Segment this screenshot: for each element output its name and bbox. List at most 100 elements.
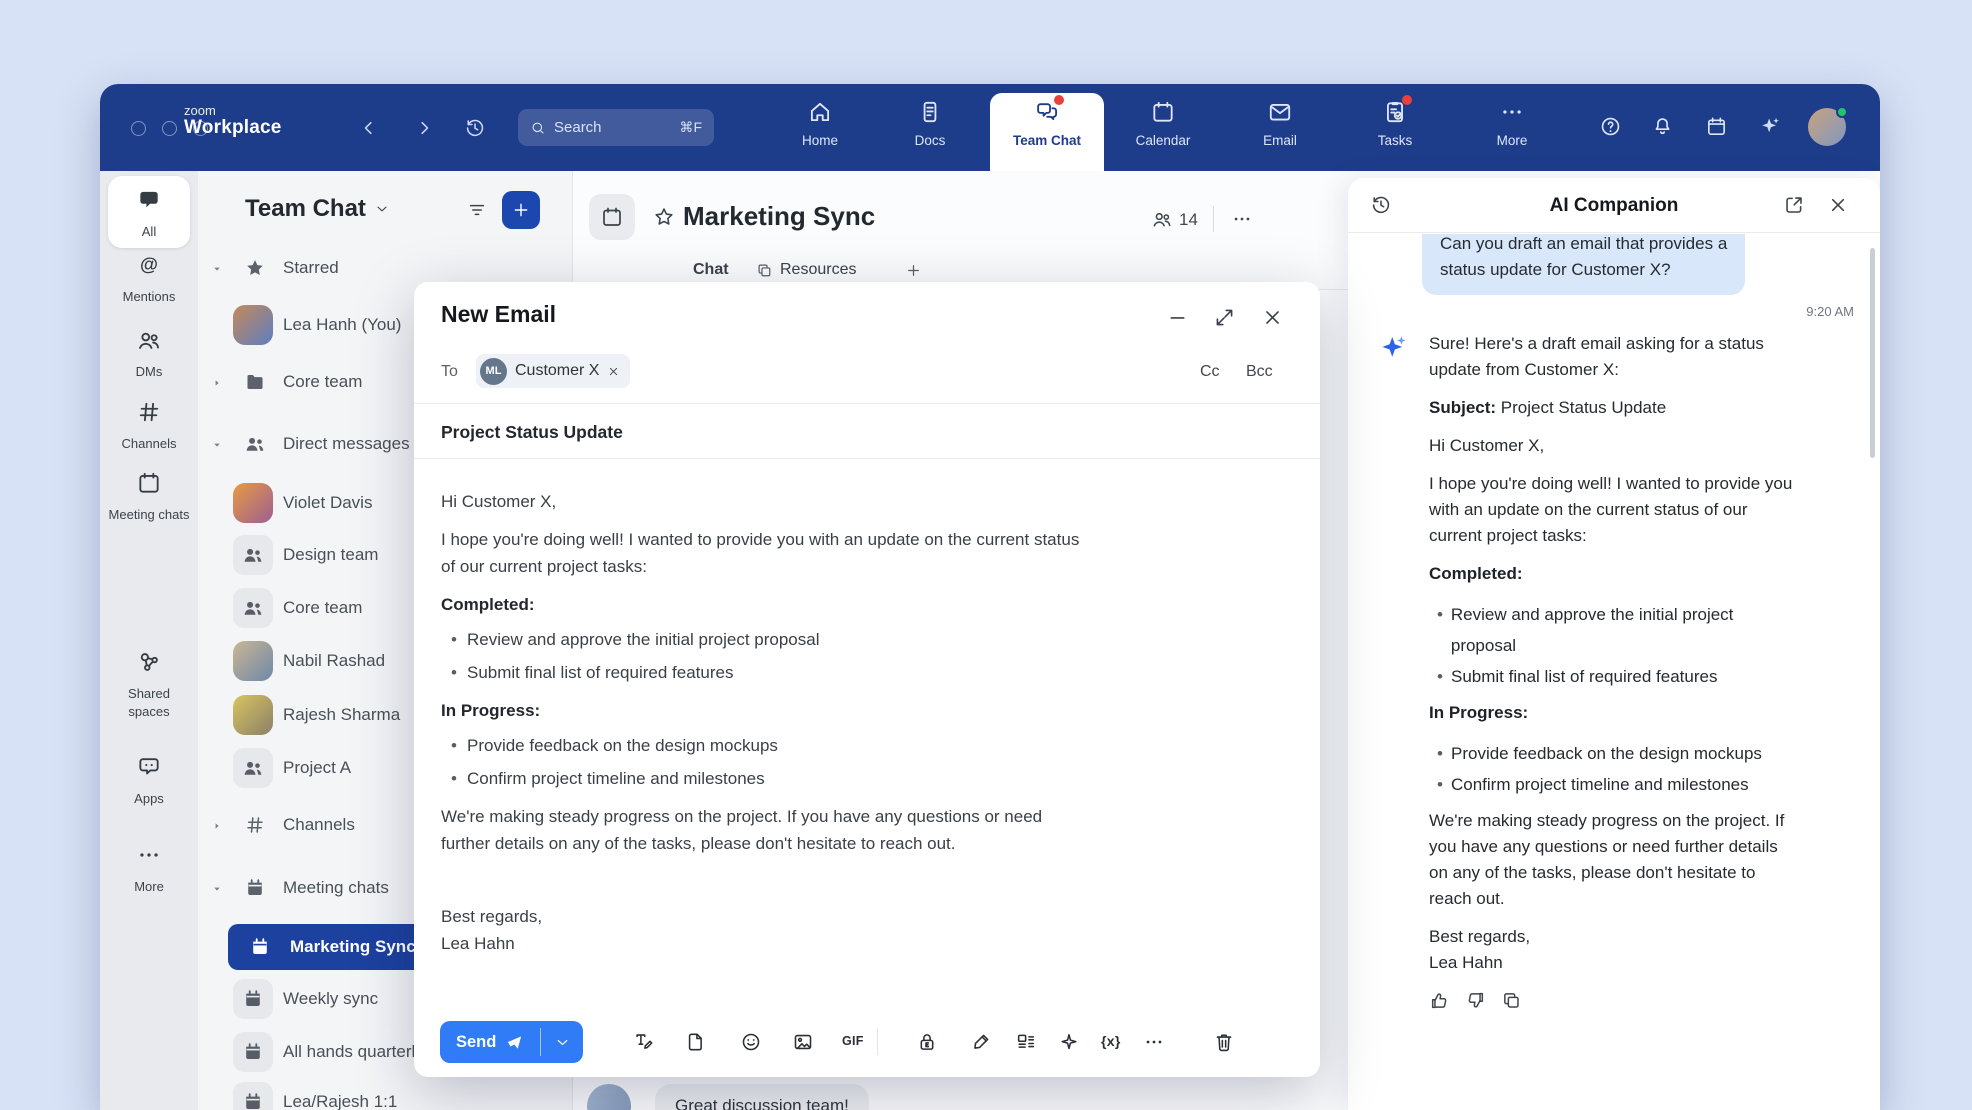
avatar[interactable]: [1808, 108, 1846, 146]
ai-companion-icon: [1379, 333, 1409, 363]
ai-companion-icon[interactable]: [1759, 115, 1782, 138]
notifications-icon[interactable]: [1651, 115, 1674, 138]
send-options-button[interactable]: [541, 1021, 583, 1063]
avatar: [233, 641, 273, 681]
ai-in-progress-label: In Progress:: [1429, 700, 1801, 726]
channel-title: Marketing Sync: [683, 201, 875, 232]
caret-down-icon[interactable]: [210, 881, 224, 895]
close-icon[interactable]: [1261, 306, 1284, 329]
recipient-chip[interactable]: ML Customer X: [476, 354, 630, 388]
new-chat-button[interactable]: [502, 191, 540, 229]
attach-file-button[interactable]: [685, 1031, 707, 1053]
minimize-icon[interactable]: [1166, 306, 1189, 329]
tab-chat[interactable]: Chat: [693, 261, 729, 279]
people-f-icon: [233, 748, 273, 788]
remove-recipient-icon[interactable]: [607, 365, 620, 378]
people-f-icon: [244, 433, 266, 455]
chevron-down-icon: [554, 1034, 571, 1051]
ai-body-intro: I hope you're doing well! I wanted to pr…: [1429, 471, 1801, 549]
caret-right-icon[interactable]: [210, 818, 224, 832]
ai-subject: Subject: Project Status Update: [1429, 395, 1801, 421]
send-button[interactable]: Send: [440, 1021, 583, 1063]
encrypt-button[interactable]: [916, 1031, 938, 1053]
signature: Lea Hahn: [441, 930, 1081, 957]
user-prompt-bubble: Can you draft an email that provides a s…: [1422, 234, 1745, 295]
presence-dot: [1836, 106, 1848, 118]
sidebar-item-all[interactable]: All: [100, 176, 198, 241]
recipient-name: Customer X: [515, 362, 599, 380]
subject-field[interactable]: Project Status Update: [441, 422, 623, 443]
toolbar-divider: [877, 1029, 878, 1055]
sidebar-item-meeting-chats[interactable]: Meeting chats: [100, 470, 198, 524]
signature-button[interactable]: [970, 1031, 992, 1053]
caret-down-icon[interactable]: [210, 437, 224, 451]
gif-button[interactable]: GIF: [842, 1034, 864, 1056]
help-icon[interactable]: [1599, 115, 1622, 138]
tab-resources[interactable]: Resources: [756, 261, 856, 279]
closing: We're making steady progress on the proj…: [441, 803, 1081, 857]
send-label: Send: [456, 1033, 496, 1052]
cal-tile-icon: [244, 877, 266, 899]
caret-down-icon[interactable]: [210, 261, 224, 275]
bullet-item: •Submit final list of required features: [441, 656, 1081, 689]
discard-draft-button[interactable]: [1213, 1031, 1235, 1053]
svg-text:@: @: [140, 253, 158, 274]
ai-completed-label: Completed:: [1429, 561, 1801, 587]
greeting: Hi Customer X,: [441, 488, 1081, 515]
variables-button[interactable]: {x}: [1101, 1033, 1121, 1055]
cc-button[interactable]: Cc: [1200, 363, 1220, 381]
cal-tile-icon: [233, 979, 273, 1019]
caret-right-icon[interactable]: [210, 375, 224, 389]
sidebar-item-dms[interactable]: DMs: [100, 327, 198, 381]
bcc-button[interactable]: Bcc: [1246, 363, 1273, 381]
open-in-window-icon[interactable]: [1783, 194, 1805, 216]
member-count[interactable]: 14: [1179, 210, 1198, 230]
format-text-button[interactable]: [632, 1031, 654, 1053]
ai-compose-button[interactable]: [1058, 1031, 1080, 1053]
sidebar-item-channels[interactable]: Channels: [100, 399, 198, 453]
channel-type-icon: [589, 194, 635, 240]
people-f-icon: [233, 588, 273, 628]
send-plane-icon: [505, 1033, 524, 1052]
more-options-button[interactable]: [1143, 1031, 1165, 1053]
star-channel-button[interactable]: [653, 206, 675, 228]
avatar: [233, 695, 273, 735]
copy-button[interactable]: [1501, 990, 1522, 1011]
new-email-modal: New Email To ML Customer X Cc Bcc Projec…: [414, 282, 1320, 1077]
folder-f-icon: [244, 371, 266, 393]
thumbs-down-button[interactable]: [1465, 990, 1486, 1011]
timestamp: 9:20 AM: [1374, 304, 1854, 319]
thumbs-up-button[interactable]: [1429, 990, 1450, 1011]
upcoming-meetings-icon[interactable]: [1705, 115, 1728, 138]
team-chat-dropdown[interactable]: Team Chat: [245, 195, 390, 223]
sidebar-item-more[interactable]: More: [100, 842, 198, 896]
cal-tile-icon: [233, 1082, 273, 1110]
template-button[interactable]: [1015, 1031, 1037, 1053]
insert-image-button[interactable]: [792, 1031, 814, 1053]
close-icon[interactable]: [1827, 194, 1849, 216]
channel-more-button[interactable]: [1231, 208, 1253, 230]
scrollbar[interactable]: [1870, 248, 1875, 458]
left-rail: All @Mentions DMs Channels Meeting chats Shar…: [100, 171, 198, 1110]
plus-icon: [511, 200, 531, 220]
divider: [414, 458, 1320, 459]
sidebar-item-shared-spaces[interactable]: Shared spaces: [100, 649, 198, 720]
email-body[interactable]: Hi Customer X, I hope you're doing well!…: [441, 488, 1081, 968]
star-f-icon: [244, 257, 266, 279]
ai-greeting: Hi Customer X,: [1429, 433, 1801, 459]
list-item[interactable]: Lea/Rajesh 1:1: [198, 1079, 573, 1110]
ai-companion-panel: AI Companion Can you draft an email that…: [1348, 178, 1880, 1110]
emoji-button[interactable]: [740, 1031, 762, 1053]
bullet-item: •Review and approve the initial project …: [441, 623, 1081, 656]
expand-icon[interactable]: [1213, 306, 1236, 329]
sidebar-item-mentions[interactable]: @Mentions: [100, 252, 198, 306]
sidebar-item-apps[interactable]: Apps: [100, 754, 198, 808]
bullet-item: •Confirm project timeline and milestones: [441, 762, 1081, 795]
filter-button[interactable]: [466, 199, 488, 221]
cal-tile-icon: [240, 927, 280, 967]
add-tab-button[interactable]: [905, 262, 922, 279]
at-icon: @: [136, 252, 162, 278]
avatar: [233, 305, 273, 345]
members-icon[interactable]: [1151, 208, 1173, 230]
calendar-icon: [600, 205, 624, 229]
